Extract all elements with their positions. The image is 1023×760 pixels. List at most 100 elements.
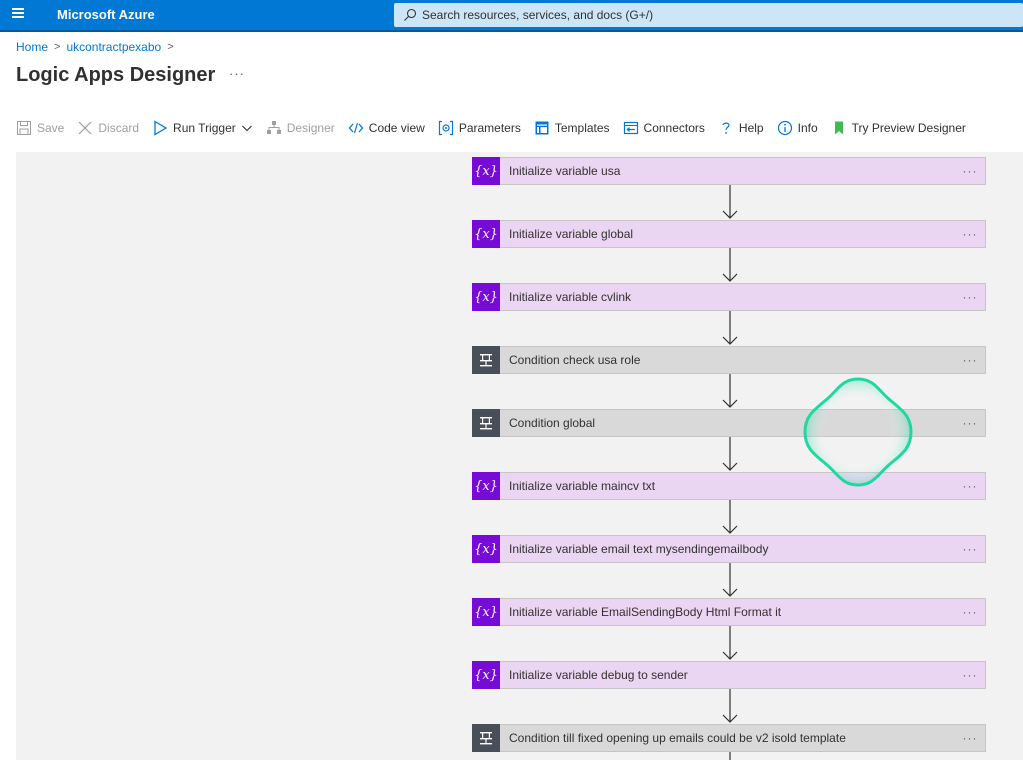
flow-arrow-icon	[722, 311, 738, 345]
initialize-variable-action[interactable]: {x} Initialize variable cvlink ···	[472, 283, 986, 311]
condition-glyph	[480, 732, 492, 745]
info-button[interactable]: Info	[777, 120, 818, 136]
designer-canvas[interactable]: {x} Initialize variable usa ··· {x} Initiali…	[16, 152, 1023, 760]
templates-button[interactable]: Templates	[534, 120, 610, 136]
action-title: Initialize variable debug to sender	[509, 668, 688, 682]
flow-arrow-icon	[722, 563, 738, 597]
code-view-label: Code view	[368, 121, 425, 135]
global-search[interactable]	[394, 3, 1023, 27]
variable-icon: {x}	[472, 220, 500, 248]
save-icon	[17, 121, 31, 135]
flow-arrow-icon	[729, 752, 731, 760]
run-trigger-label: Run Trigger	[173, 121, 236, 135]
action-more-button[interactable]: ···	[955, 416, 985, 430]
flow-arrow-icon	[722, 248, 738, 282]
flow-arrow-icon	[722, 374, 738, 408]
action-title: Condition check usa role	[509, 353, 641, 367]
code-icon	[348, 122, 364, 134]
templates-label: Templates	[554, 121, 610, 135]
designer-label: Designer	[286, 121, 335, 135]
help-button[interactable]: Help	[718, 120, 764, 136]
condition-action[interactable]: Condition global ···	[472, 409, 986, 437]
action-more-button[interactable]: ···	[955, 731, 985, 745]
breadcrumb-separator: >	[167, 41, 174, 53]
flow-arrow-icon	[722, 437, 738, 471]
help-icon	[722, 122, 730, 134]
action-more-button[interactable]: ···	[955, 542, 985, 556]
connectors-button[interactable]: Connectors	[623, 120, 705, 136]
top-bar-accent	[0, 30, 1023, 32]
initialize-variable-action[interactable]: {x} Initialize variable global ···	[472, 220, 986, 248]
action-title: Initialize variable maincv txt	[509, 479, 656, 493]
initialize-variable-action[interactable]: {x} Initialize variable EmailSendingBody …	[472, 598, 986, 626]
designer-button[interactable]: Designer	[266, 120, 335, 136]
menu-icon[interactable]	[12, 8, 24, 18]
breadcrumb: Home > ukcontractpexabo >	[16, 40, 180, 54]
action-more-button[interactable]: ···	[955, 479, 985, 493]
breadcrumb-home[interactable]: Home	[16, 40, 48, 54]
action-more-button[interactable]: ···	[955, 164, 985, 178]
condition-icon	[472, 409, 500, 437]
search-icon	[404, 8, 417, 21]
top-bar: Microsoft Azure	[0, 0, 1023, 30]
variable-icon: {x}	[472, 157, 500, 185]
flow-arrow-icon	[722, 185, 738, 219]
condition-action[interactable]: Condition check usa role ···	[472, 346, 986, 374]
parameters-button[interactable]: Parameters	[438, 120, 521, 136]
code-view-button[interactable]: Code view	[348, 120, 425, 136]
action-title: Initialize variable global	[509, 227, 634, 241]
breadcrumb-separator: >	[54, 41, 61, 53]
connectors-icon	[623, 121, 638, 135]
action-more-button[interactable]: ···	[955, 290, 985, 304]
action-title: Initialize variable cvlink	[509, 290, 632, 304]
portal-brand[interactable]: Microsoft Azure	[57, 7, 155, 22]
search-input[interactable]	[422, 8, 982, 22]
condition-glyph	[480, 354, 492, 367]
flow-arrow-icon	[722, 500, 738, 534]
action-more-button[interactable]: ···	[955, 668, 985, 682]
initialize-variable-action[interactable]: {x} Initialize variable usa ···	[472, 157, 986, 185]
action-title: Condition global	[509, 416, 596, 430]
save-label: Save	[37, 121, 65, 135]
variable-icon: {x}	[472, 472, 500, 500]
variable-icon: {x}	[472, 283, 500, 311]
condition-glyph	[480, 417, 492, 430]
chevron-down-icon	[241, 125, 252, 132]
page-title: Logic Apps Designer	[16, 64, 216, 86]
save-button[interactable]: Save	[16, 120, 64, 136]
breadcrumb-resource[interactable]: ukcontractpexabo	[66, 40, 161, 54]
info-icon	[777, 120, 792, 136]
action-more-button[interactable]: ···	[955, 353, 985, 367]
discard-label: Discard	[98, 121, 140, 135]
action-more-button[interactable]: ···	[955, 227, 985, 241]
flow-arrow-icon	[722, 626, 738, 660]
run-trigger-button[interactable]: Run Trigger	[152, 120, 253, 136]
discard-button[interactable]: Discard	[77, 120, 139, 136]
parameters-label: Parameters	[458, 121, 521, 135]
parameters-icon	[438, 120, 453, 136]
action-title: Condition till fixed opening up emails c…	[509, 731, 846, 745]
action-more-button[interactable]: ···	[955, 605, 985, 619]
initialize-variable-action[interactable]: {x} Initialize variable maincv txt ···	[472, 472, 986, 500]
initialize-variable-action[interactable]: {x} Initialize variable email text mysend…	[472, 535, 986, 563]
variable-icon: {x}	[472, 535, 500, 563]
connectors-label: Connectors	[643, 121, 705, 135]
try-preview-label: Try Preview Designer	[851, 121, 966, 135]
condition-action[interactable]: Condition till fixed opening up emails c…	[472, 724, 986, 752]
variable-icon: {x}	[472, 598, 500, 626]
templates-icon	[535, 121, 549, 135]
info-label: Info	[797, 121, 818, 135]
action-title: Initialize variable usa	[509, 164, 621, 178]
initialize-variable-action[interactable]: {x} Initialize variable debug to sender ··…	[472, 661, 986, 689]
action-title: Initialize variable email text mysending…	[509, 542, 769, 556]
play-icon	[154, 120, 168, 136]
try-preview-designer-button[interactable]: Try Preview Designer	[831, 120, 966, 136]
designer-icon	[266, 121, 281, 134]
help-label: Help	[738, 121, 764, 135]
condition-icon	[472, 724, 500, 752]
condition-icon	[472, 346, 500, 374]
close-icon	[78, 121, 92, 135]
variable-icon: {x}	[472, 661, 500, 689]
page-more-button[interactable]: ···	[229, 66, 245, 81]
designer-toolbar: Save Discard Run Trigger Designer Code v…	[16, 118, 979, 138]
